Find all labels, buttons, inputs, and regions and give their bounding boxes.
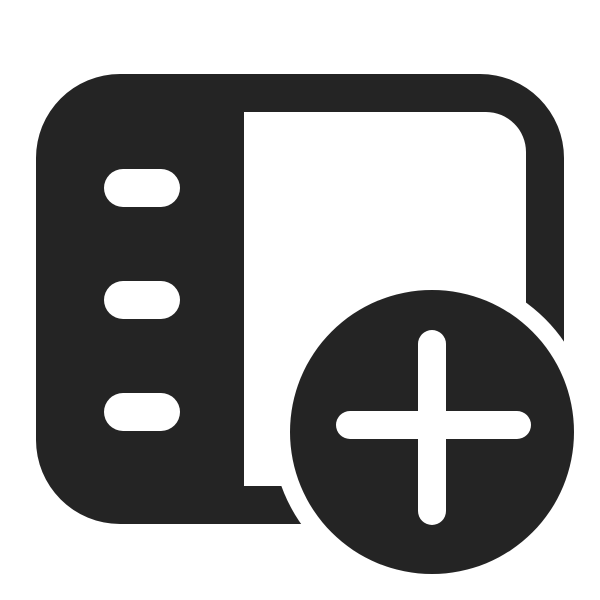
sidebar-item-2 bbox=[104, 281, 180, 319]
sidebar-add-icon bbox=[36, 74, 574, 574]
icon-canvas bbox=[0, 0, 600, 600]
sidebar-item-3 bbox=[104, 393, 180, 431]
sidebar-item-1 bbox=[104, 169, 180, 207]
